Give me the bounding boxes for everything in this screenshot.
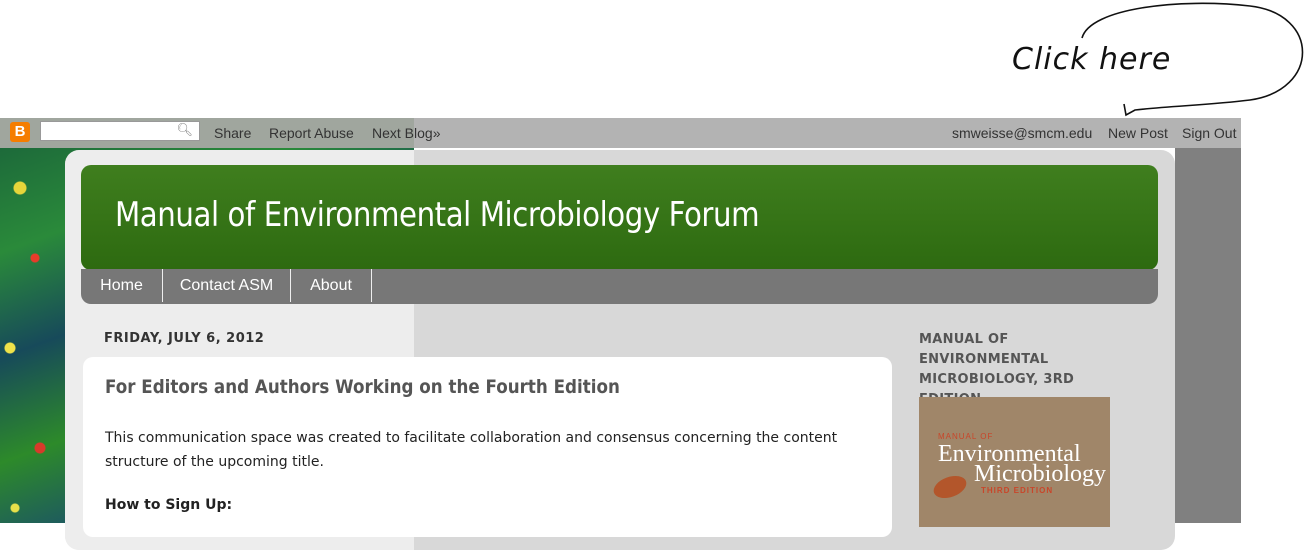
report-abuse-link[interactable]: Report Abuse [269, 125, 354, 141]
search-icon[interactable]: 🔍︎ [176, 123, 193, 138]
book-cover-line: MANUAL OF [938, 432, 994, 441]
post-card: For Editors and Authors Working on the F… [83, 357, 892, 537]
post-title[interactable]: For Editors and Authors Working on the F… [105, 376, 620, 398]
search-input[interactable]: 🔍︎ [40, 121, 200, 141]
user-email[interactable]: smweisse@smcm.edu [952, 125, 1092, 141]
click-here-annotation: Click here [1012, 42, 1172, 77]
page-tabs: Home Contact ASM About [81, 269, 1158, 304]
blogger-logo-icon[interactable]: B [10, 122, 30, 142]
post-date: FRIDAY, JULY 6, 2012 [104, 331, 265, 346]
new-post-link[interactable]: New Post [1108, 125, 1168, 141]
post-body: This communication space was created to … [105, 430, 838, 470]
blog-header: Manual of Environmental Microbiology For… [81, 165, 1158, 270]
tab-home[interactable]: Home [81, 269, 163, 302]
blogger-navbar: B 🔍︎ Share Report Abuse Next Blog» smwei… [0, 118, 1241, 148]
page-background-right [1175, 148, 1241, 523]
share-link[interactable]: Share [214, 125, 251, 141]
post-subheading: How to Sign Up: [105, 497, 233, 513]
next-blog-link[interactable]: Next Blog» [372, 125, 440, 141]
sign-out-link[interactable]: Sign Out [1182, 125, 1236, 141]
book-cover-line: Microbiology [974, 461, 1106, 487]
blog-title[interactable]: Manual of Environmental Microbiology For… [115, 195, 760, 235]
microbe-illustration-icon [930, 471, 970, 503]
book-cover-line: THIRD EDITION [981, 486, 1054, 495]
tab-contact-asm[interactable]: Contact ASM [163, 269, 291, 302]
tab-about[interactable]: About [291, 269, 372, 302]
book-cover-image[interactable]: MANUAL OF Environmental Microbiology THI… [919, 397, 1110, 527]
